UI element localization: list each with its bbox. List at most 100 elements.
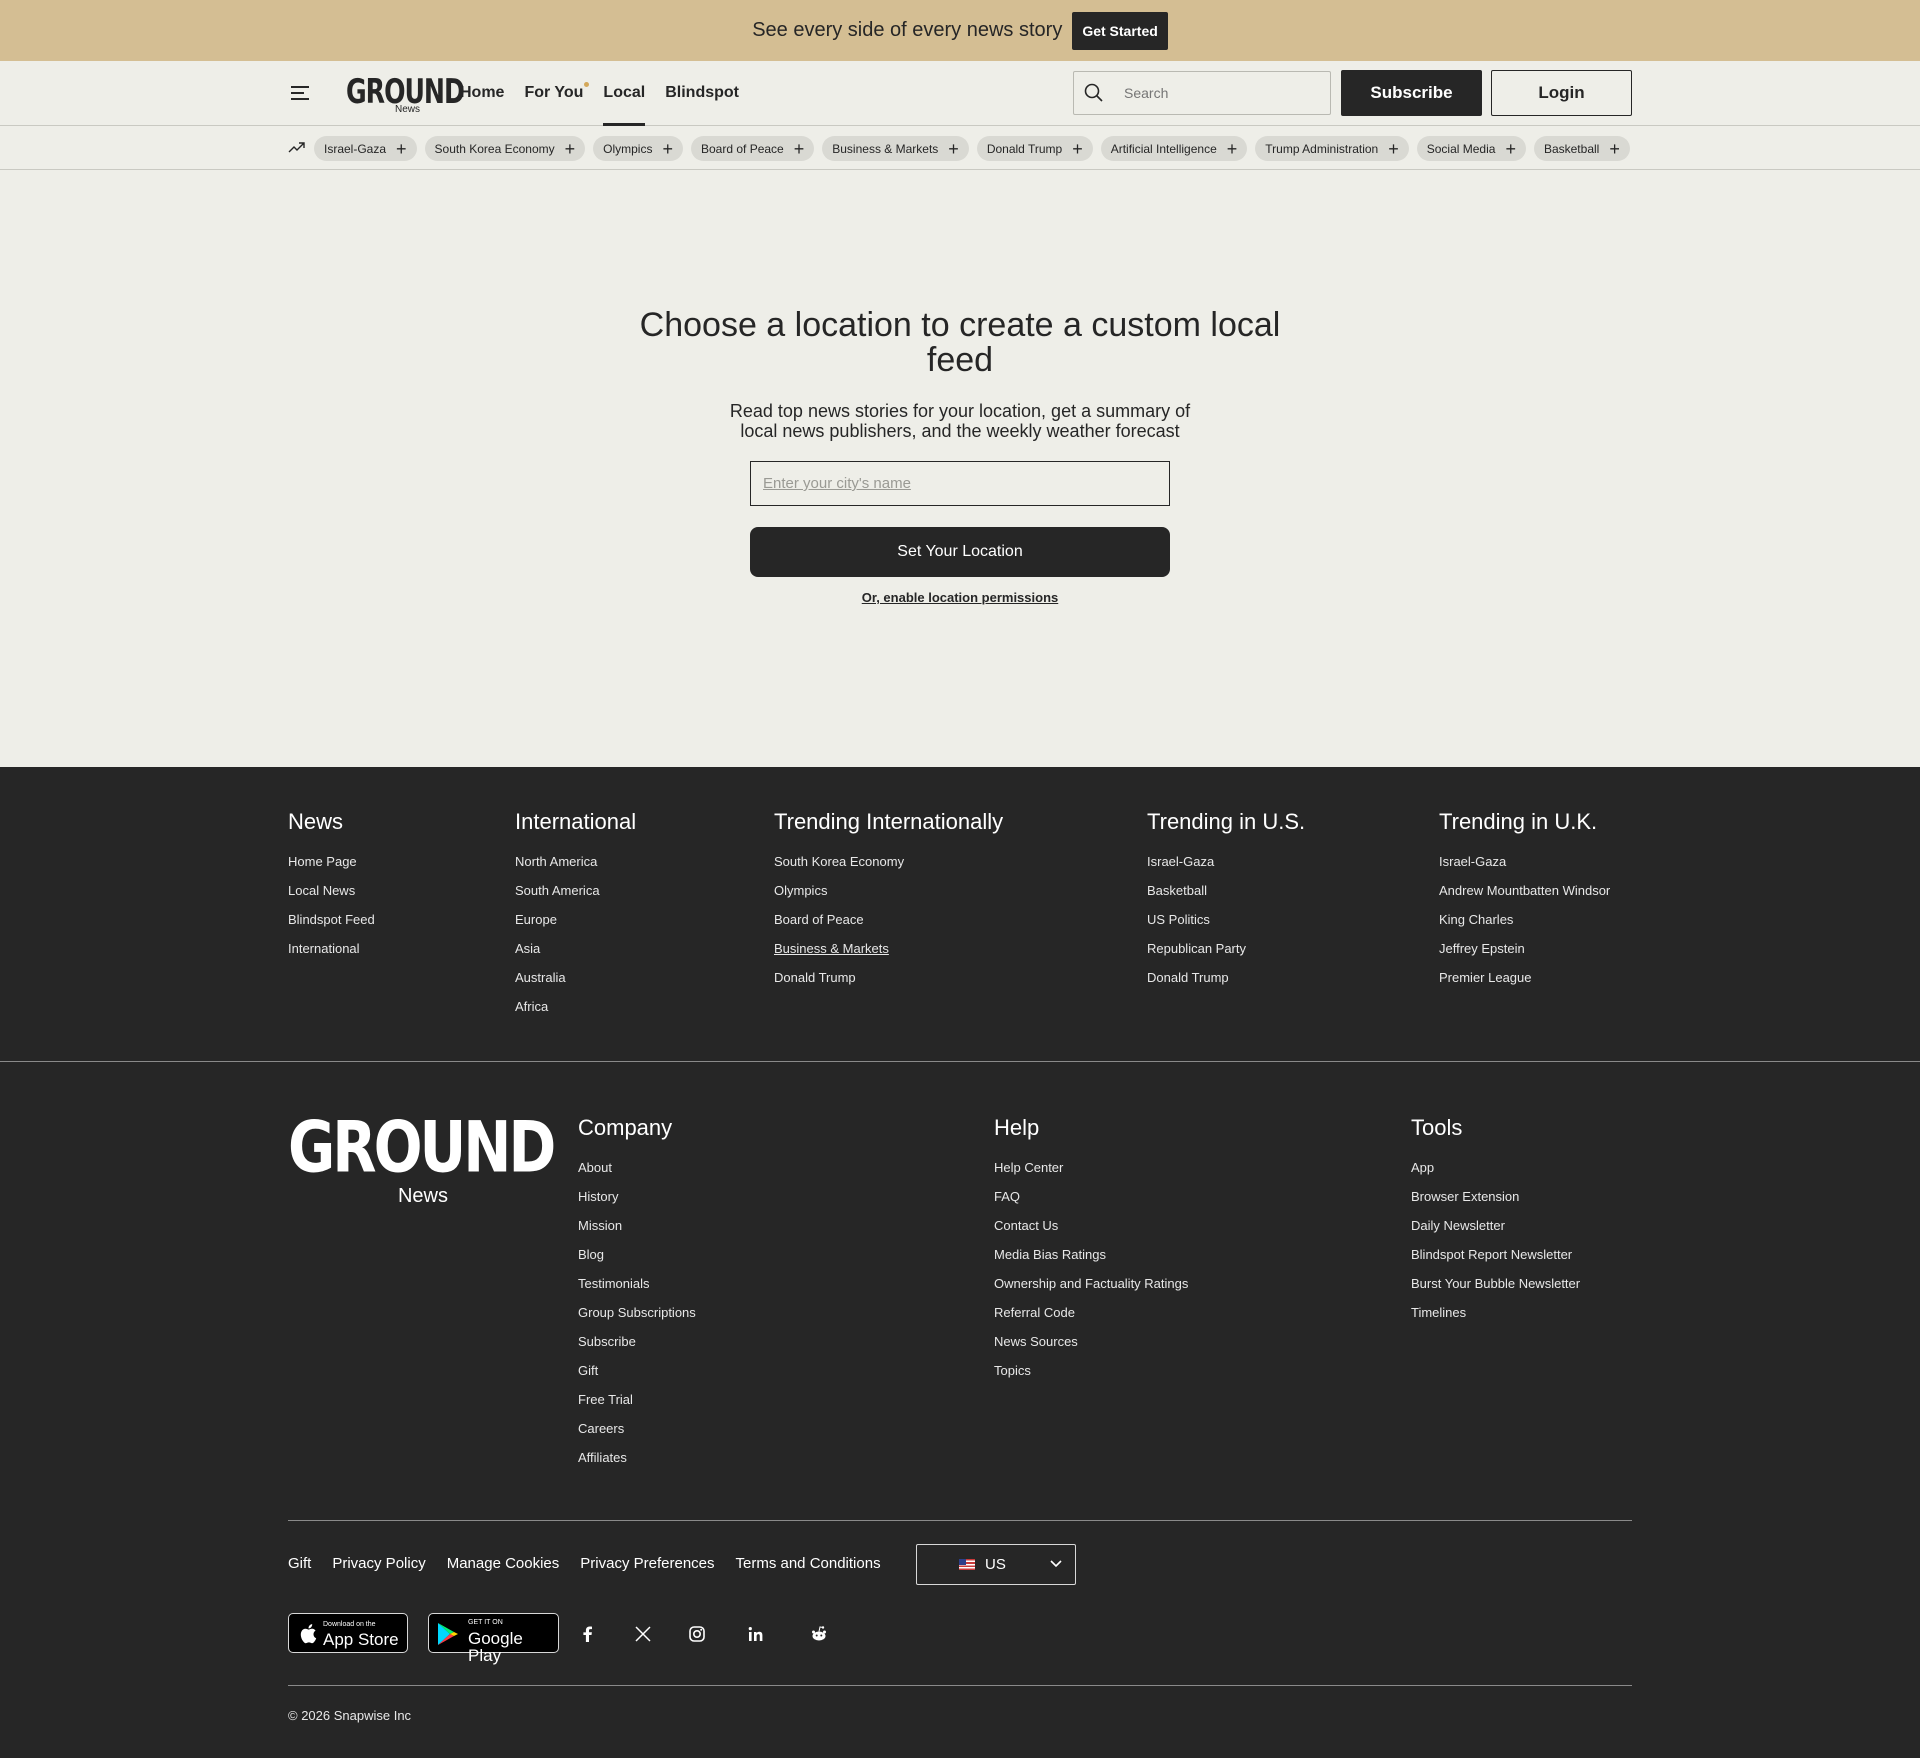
- plus-icon[interactable]: +: [565, 140, 576, 158]
- footer-link[interactable]: Testimonials: [578, 1276, 696, 1291]
- set-location-button[interactable]: Set Your Location: [750, 527, 1170, 577]
- footer-link[interactable]: King Charles: [1439, 912, 1610, 927]
- footer-link[interactable]: Ownership and Factuality Ratings: [994, 1276, 1188, 1291]
- footer-link[interactable]: Free Trial: [578, 1392, 696, 1407]
- footer-link[interactable]: Local News: [288, 883, 375, 898]
- topic-chip[interactable]: Business & Markets +: [822, 136, 969, 161]
- city-input[interactable]: [750, 461, 1170, 506]
- plus-icon[interactable]: +: [794, 140, 805, 158]
- footer-link[interactable]: Browser Extension: [1411, 1189, 1580, 1204]
- footer-link[interactable]: Blindspot Feed: [288, 912, 375, 927]
- footer-link[interactable]: Daily Newsletter: [1411, 1218, 1580, 1233]
- footer-link[interactable]: Premier League: [1439, 970, 1610, 985]
- plus-icon[interactable]: +: [1505, 140, 1516, 158]
- topic-chip[interactable]: Donald Trump +: [976, 136, 1093, 161]
- topic-chip[interactable]: Basketball +: [1533, 136, 1630, 161]
- footer-heading: Tools: [1411, 1115, 1463, 1140]
- topic-chip[interactable]: Israel-Gaza +: [314, 136, 417, 161]
- plus-icon[interactable]: +: [662, 140, 673, 158]
- nav-local[interactable]: Local: [603, 61, 645, 126]
- plus-icon[interactable]: +: [1388, 140, 1399, 158]
- plus-icon[interactable]: +: [948, 140, 959, 158]
- footer-link[interactable]: International: [288, 941, 375, 956]
- menu-icon[interactable]: [290, 84, 310, 102]
- footer-link[interactable]: Jeffrey Epstein: [1439, 941, 1610, 956]
- footer-link[interactable]: Blindspot Report Newsletter: [1411, 1247, 1580, 1262]
- footer-link[interactable]: Europe: [515, 912, 636, 927]
- footer-link[interactable]: Donald Trump: [774, 970, 1003, 985]
- search-input[interactable]: [1124, 82, 1314, 104]
- footer-link[interactable]: Board of Peace: [774, 912, 1003, 927]
- footer-link[interactable]: History: [578, 1189, 696, 1204]
- nav-for-you[interactable]: For You: [524, 61, 590, 125]
- footer-link[interactable]: Referral Code: [994, 1305, 1188, 1320]
- footer-link[interactable]: Olympics: [774, 883, 1003, 898]
- legal-link-privacy-policy[interactable]: Privacy Policy: [332, 1555, 425, 1572]
- reddit-icon[interactable]: [809, 1624, 829, 1644]
- plus-icon[interactable]: +: [1227, 140, 1238, 158]
- footer-link[interactable]: US Politics: [1147, 912, 1305, 927]
- enable-location-link[interactable]: Or, enable location permissions: [750, 590, 1170, 605]
- footer-link[interactable]: Home Page: [288, 854, 375, 869]
- legal-link-gift[interactable]: Gift: [288, 1555, 311, 1572]
- legal-link-terms[interactable]: Terms and Conditions: [736, 1555, 881, 1572]
- x-icon[interactable]: [633, 1624, 653, 1644]
- footer-link[interactable]: Careers: [578, 1421, 696, 1436]
- footer-link[interactable]: South Korea Economy: [774, 854, 1003, 869]
- footer-link[interactable]: Affiliates: [578, 1450, 696, 1465]
- plus-icon[interactable]: +: [396, 140, 407, 158]
- footer-link[interactable]: Topics: [994, 1363, 1188, 1378]
- footer-link[interactable]: Basketball: [1147, 883, 1305, 898]
- topic-chip[interactable]: Trump Administration +: [1255, 136, 1409, 161]
- footer-link[interactable]: News Sources: [994, 1334, 1188, 1349]
- topic-chip[interactable]: Artificial Intelligence +: [1100, 136, 1248, 161]
- legal-link-manage-cookies[interactable]: Manage Cookies: [447, 1555, 560, 1572]
- footer-link[interactable]: Blog: [578, 1247, 696, 1262]
- facebook-icon[interactable]: [578, 1624, 598, 1644]
- linkedin-icon[interactable]: [746, 1624, 766, 1644]
- app-store-badge[interactable]: Download on the App Store: [288, 1613, 408, 1653]
- footer-link[interactable]: South America: [515, 883, 636, 898]
- footer-link[interactable]: App: [1411, 1160, 1580, 1175]
- topic-chip[interactable]: Social Media +: [1416, 136, 1526, 161]
- footer-link[interactable]: Australia: [515, 970, 636, 985]
- footer-link[interactable]: Israel-Gaza: [1147, 854, 1305, 869]
- search-box[interactable]: [1073, 71, 1331, 115]
- footer-link[interactable]: Donald Trump: [1147, 970, 1305, 985]
- footer-link[interactable]: Contact Us: [994, 1218, 1188, 1233]
- footer-link[interactable]: Subscribe: [578, 1334, 696, 1349]
- topic-chip[interactable]: South Korea Economy +: [424, 136, 586, 161]
- footer-link[interactable]: Burst Your Bubble Newsletter: [1411, 1276, 1580, 1291]
- get-started-button[interactable]: Get Started: [1072, 11, 1168, 50]
- instagram-icon[interactable]: [687, 1624, 707, 1644]
- subscribe-button[interactable]: Subscribe: [1341, 70, 1482, 116]
- ground-news-logo[interactable]: GROUND News: [346, 73, 465, 118]
- topic-chip[interactable]: Olympics +: [593, 136, 683, 161]
- footer-link[interactable]: FAQ: [994, 1189, 1188, 1204]
- footer-link[interactable]: Andrew Mountbatten Windsor: [1439, 883, 1610, 898]
- footer-main: GROUND News Company About History Missio…: [0, 1063, 1920, 1758]
- footer-link[interactable]: Business & Markets: [774, 941, 1003, 956]
- login-button[interactable]: Login: [1491, 70, 1632, 116]
- footer-link[interactable]: Asia: [515, 941, 636, 956]
- region-select[interactable]: US: [916, 1544, 1076, 1585]
- footer-link[interactable]: Help Center: [994, 1160, 1188, 1175]
- legal-link-privacy-preferences[interactable]: Privacy Preferences: [580, 1555, 714, 1572]
- footer-link[interactable]: Gift: [578, 1363, 696, 1378]
- footer-link[interactable]: Media Bias Ratings: [994, 1247, 1188, 1262]
- google-play-badge[interactable]: GET IT ON Google Play: [428, 1613, 559, 1664]
- plus-icon[interactable]: +: [1609, 140, 1620, 158]
- footer-link[interactable]: Africa: [515, 999, 636, 1014]
- topic-chip[interactable]: Board of Peace +: [691, 136, 815, 161]
- footer-logo[interactable]: GROUND News: [288, 1113, 556, 1207]
- nav-blindspot[interactable]: Blindspot: [665, 61, 739, 125]
- nav-home[interactable]: Home: [460, 61, 504, 125]
- footer-link[interactable]: Israel-Gaza: [1439, 854, 1610, 869]
- footer-link[interactable]: Timelines: [1411, 1305, 1580, 1320]
- footer-link[interactable]: Republican Party: [1147, 941, 1305, 956]
- footer-link[interactable]: Mission: [578, 1218, 696, 1233]
- footer-link[interactable]: Group Subscriptions: [578, 1305, 696, 1320]
- plus-icon[interactable]: +: [1072, 140, 1083, 158]
- footer-link[interactable]: About: [578, 1160, 696, 1175]
- footer-link[interactable]: North America: [515, 854, 636, 869]
